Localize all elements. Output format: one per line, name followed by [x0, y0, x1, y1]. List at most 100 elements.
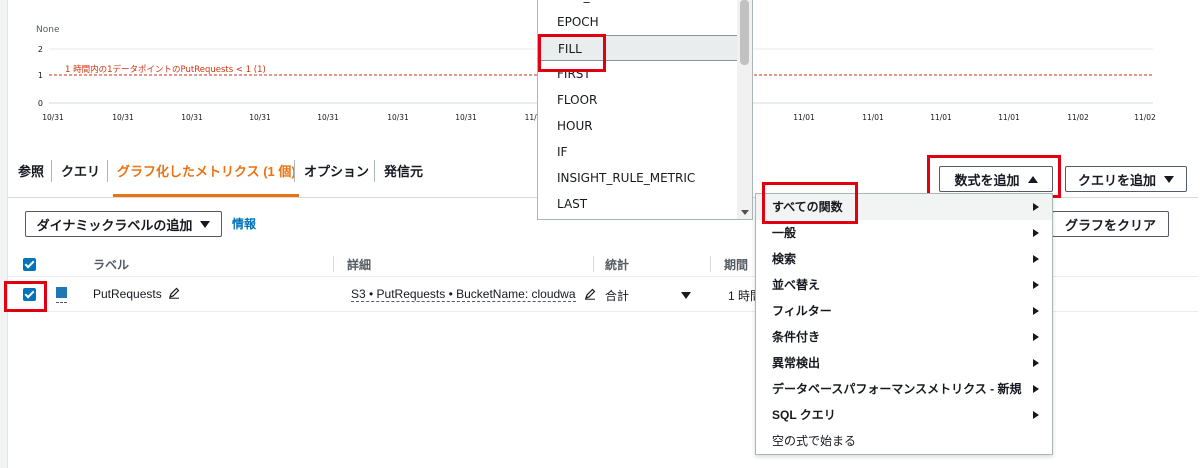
column-divider [593, 256, 594, 272]
tab-source[interactable]: 発信元 [384, 161, 423, 180]
function-item-selected[interactable]: FILL [538, 35, 738, 61]
column-header-statistic[interactable]: 統計 [605, 256, 629, 273]
threshold-annotation: 1 時間内の1データポイントのPutRequests < 1 (1) [65, 64, 266, 75]
graph-unit-label: None [36, 25, 60, 35]
math-category-menu: すべての関数 一般 検索 並べ替え フィルター 条件付き 異常検出 データベース… [755, 193, 1053, 455]
x-tick: 11/01 [862, 113, 884, 122]
left-panel-edge [0, 0, 8, 468]
column-divider [710, 256, 711, 272]
menu-item-label: フィルター [772, 304, 832, 318]
y-tick: 1 [38, 71, 43, 80]
menu-item-label: SQL クエリ [772, 408, 836, 422]
menu-item-sql-query[interactable]: SQL クエリ [756, 402, 1052, 428]
row-checkbox[interactable] [23, 288, 36, 301]
x-tick: 10/31 [317, 113, 339, 122]
x-tick: 10/31 [112, 113, 134, 122]
menu-item-label: 条件付き [772, 330, 821, 344]
tab-query[interactable]: クエリ [61, 161, 100, 180]
swatch-underline [56, 302, 67, 303]
function-item[interactable]: INSIGHT_RULE_METRIC [538, 165, 738, 191]
menu-item-db-performance[interactable]: データベースパフォーマンスメトリクス - 新規 [756, 376, 1052, 402]
menu-item-label: 異常検出 [772, 356, 821, 370]
x-tick: 10/31 [181, 113, 203, 122]
x-tick: 11/01 [998, 113, 1020, 122]
submenu-arrow-icon [1033, 359, 1039, 367]
tab-divider [107, 160, 108, 182]
submenu-arrow-icon [1033, 333, 1039, 341]
function-item[interactable]: IF [538, 139, 738, 165]
menu-item-search[interactable]: 検索 [756, 246, 1052, 272]
function-list[interactable]: DIFF_TIME EPOCH FILL FIRST FLOOR HOUR IF… [537, 0, 753, 220]
y-tick: 2 [38, 45, 43, 54]
series-color-swatch[interactable] [56, 287, 67, 298]
y-tick: 0 [38, 99, 43, 108]
column-header-details[interactable]: 詳細 [347, 256, 371, 273]
x-tick: 10/31 [249, 113, 271, 122]
menu-item-conditional[interactable]: 条件付き [756, 324, 1052, 350]
menu-item-label: すべての関数 [772, 200, 843, 214]
edit-pencil-icon[interactable] [168, 287, 180, 299]
submenu-arrow-icon [1033, 203, 1039, 211]
clear-graph-button[interactable]: グラフをクリア [1052, 211, 1169, 237]
row-label: PutRequests [93, 287, 162, 301]
add-query-label: クエリを追加 [1077, 172, 1156, 188]
menu-item-label: 並べ替え [772, 278, 821, 292]
column-header-period[interactable]: 期間 [724, 256, 748, 273]
x-tick: 10/31 [42, 113, 64, 122]
x-tick: 10/31 [455, 113, 477, 122]
menu-item-general[interactable]: 一般 [756, 220, 1052, 246]
dynamic-label-button[interactable]: ダイナミックラベルの追加 [25, 211, 222, 237]
caret-down-icon [200, 220, 211, 228]
add-query-button[interactable]: クエリを追加 [1065, 166, 1187, 192]
menu-item-filter[interactable]: フィルター [756, 298, 1052, 324]
caret-up-icon [1027, 175, 1038, 183]
scroll-down-arrow-icon[interactable] [741, 210, 749, 215]
row-statistic[interactable]: 合計 [605, 287, 629, 304]
column-header-label[interactable]: ラベル [93, 256, 129, 273]
active-tab-indicator [113, 194, 299, 197]
submenu-arrow-icon [1033, 255, 1039, 263]
x-tick: 11/02 [1134, 113, 1156, 122]
statistic-dropdown-icon[interactable] [681, 292, 691, 299]
tab-divider [294, 160, 295, 182]
info-link[interactable]: 情報 [232, 215, 256, 232]
menu-item-all-functions[interactable]: すべての関数 [756, 194, 1052, 220]
edit-pencil-icon[interactable] [584, 288, 596, 300]
tab-graphed-metrics[interactable]: グラフ化したメトリクス (1 個) [117, 161, 296, 180]
menu-item-sort[interactable]: 並べ替え [756, 272, 1052, 298]
row-details[interactable]: S3 • PutRequests • BucketName: cloudwa [351, 287, 576, 302]
function-item[interactable]: DIFF_TIME [538, 0, 738, 9]
function-list-scrollbar[interactable] [737, 0, 752, 219]
submenu-arrow-icon [1033, 307, 1039, 315]
caret-down-icon [1164, 175, 1174, 183]
menu-item-empty-expression[interactable]: 空の式で始まる [756, 428, 1052, 454]
x-tick: 11/01 [793, 113, 815, 122]
submenu-arrow-icon [1033, 281, 1039, 289]
x-tick: 10/31 [387, 113, 409, 122]
tab-divider [51, 160, 52, 182]
tab-divider [374, 160, 375, 182]
select-all-checkbox[interactable] [23, 258, 36, 271]
function-item[interactable]: EPOCH [538, 9, 738, 35]
tab-options[interactable]: オプション [304, 161, 369, 180]
function-item[interactable]: LAST [538, 191, 738, 217]
menu-item-label: 一般 [772, 226, 797, 240]
menu-item-anomaly-detection[interactable]: 異常検出 [756, 350, 1052, 376]
x-tick: 11/02 [1067, 113, 1089, 122]
tab-browse[interactable]: 参照 [18, 161, 44, 180]
function-item[interactable]: FIRST [538, 61, 738, 87]
menu-item-label: データベースパフォーマンスメトリクス - 新規 [772, 382, 1022, 396]
x-tick: 11/01 [930, 113, 952, 122]
column-divider [333, 256, 334, 272]
clear-graph-label: グラフをクリア [1064, 217, 1156, 233]
menu-item-label: 検索 [772, 252, 797, 266]
function-item[interactable]: FLOOR [538, 87, 738, 113]
submenu-arrow-icon [1033, 411, 1039, 419]
submenu-arrow-icon [1033, 385, 1039, 393]
scrollbar-thumb[interactable] [740, 0, 749, 65]
submenu-arrow-icon [1033, 229, 1039, 237]
function-item[interactable]: HOUR [538, 113, 738, 139]
row-label-cell: PutRequests [93, 287, 180, 301]
menu-item-label: 空の式で始まる [772, 434, 857, 448]
add-math-button[interactable]: 数式を追加 [939, 166, 1053, 192]
